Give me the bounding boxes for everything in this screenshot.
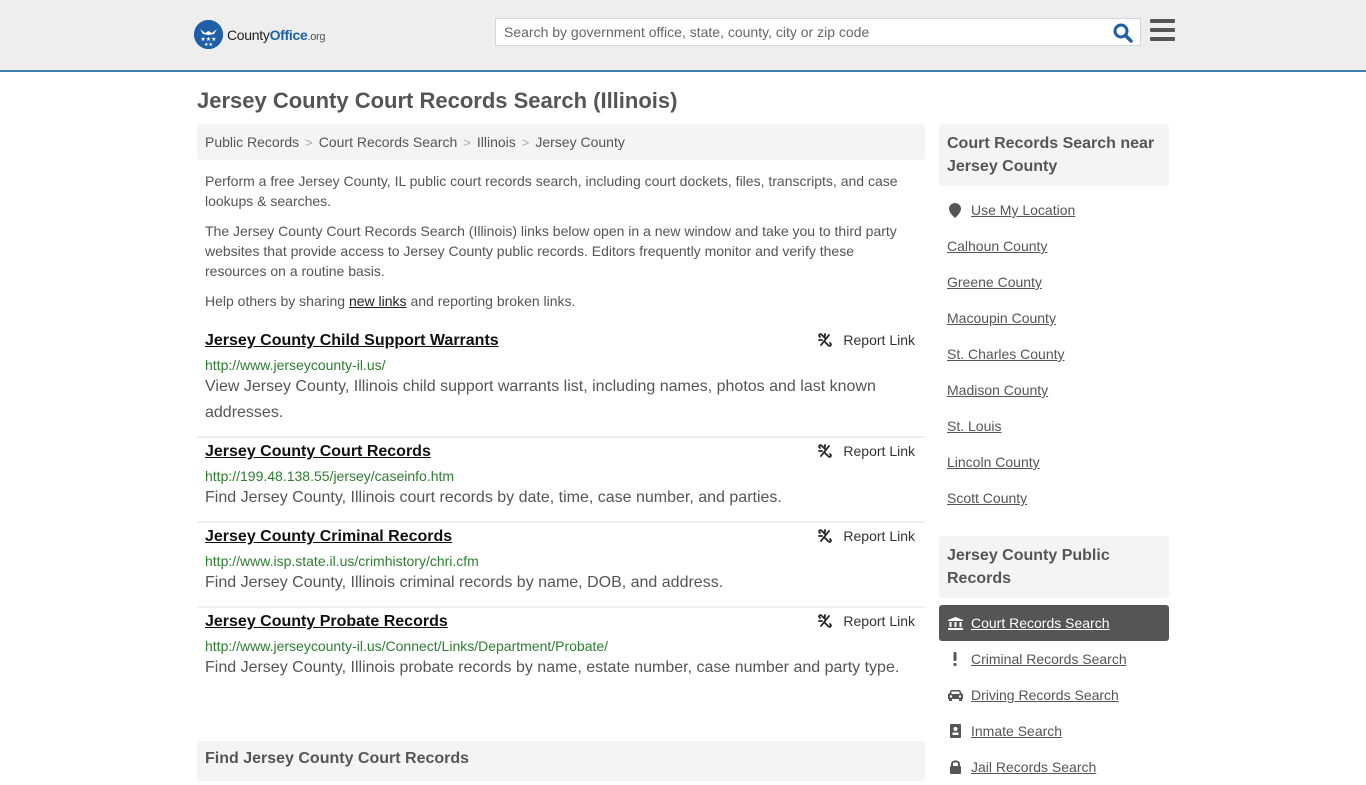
result-item: Jersey County Probate Records Report Lin…	[197, 608, 925, 691]
driving-records-search-link[interactable]: Driving Records Search	[971, 687, 1119, 703]
nearby-link-macoupin-county[interactable]: Macoupin County	[947, 310, 1056, 326]
use-my-location-link[interactable]: Use My Location	[971, 202, 1075, 218]
nearby-item: Lincoln County	[939, 444, 1169, 480]
id-badge-icon	[947, 724, 963, 738]
use-my-location-item: Use My Location	[939, 192, 1169, 228]
eagle-logo-icon: ★★★ ★★	[194, 20, 223, 49]
page-title: Jersey County Court Records Search (Illi…	[197, 88, 678, 113]
breadcrumb-jersey-county[interactable]: Jersey County	[535, 134, 624, 150]
intro-paragraph-2: The Jersey County Court Records Search (…	[205, 223, 897, 279]
sidebar-item-court-records-search[interactable]: Court Records Search	[939, 605, 1169, 641]
breadcrumb-separator: >	[463, 135, 471, 150]
hamburger-icon-bar	[1150, 37, 1175, 41]
result-description: View Jersey County, Illinois child suppo…	[205, 378, 876, 421]
nearby-link-st-charles-county[interactable]: St. Charles County	[947, 346, 1065, 362]
breadcrumb-public-records[interactable]: Public Records	[205, 134, 299, 150]
report-link-button[interactable]: Report Link	[817, 443, 915, 459]
nearby-item: Greene County	[939, 264, 1169, 300]
result-item: Jersey County Child Support Warrants Rep…	[197, 327, 925, 438]
intro-text: Perform a free Jersey County, IL public …	[205, 171, 917, 321]
nearby-item: St. Louis	[939, 408, 1169, 444]
court-records-search-link[interactable]: Court Records Search	[971, 615, 1110, 631]
nearby-link-calhoun-county[interactable]: Calhoun County	[947, 238, 1047, 254]
new-links-link[interactable]: new links	[349, 293, 407, 309]
broken-link-icon	[818, 444, 833, 458]
sidebar-item-driving-records-search[interactable]: Driving Records Search	[939, 677, 1169, 713]
results-list: Jersey County Child Support Warrants Rep…	[197, 327, 925, 691]
result-url[interactable]: http://199.48.138.55/jersey/caseinfo.htm	[205, 467, 917, 485]
public-records-list: Court Records Search Criminal Records Se…	[939, 605, 1169, 785]
hamburger-icon-bar	[1150, 19, 1175, 23]
result-description: Find Jersey County, Illinois court recor…	[205, 489, 782, 506]
breadcrumb: Public Records > Court Records Search > Illi…	[197, 124, 925, 160]
sidebar-item-jail-records-search[interactable]: Jail Records Search	[939, 749, 1169, 785]
breadcrumb-separator: >	[305, 135, 313, 150]
nearby-link-greene-county[interactable]: Greene County	[947, 274, 1042, 290]
search-input[interactable]	[496, 19, 1106, 45]
intro-paragraph-3: Help others by sharing new links and rep…	[205, 293, 576, 309]
nearby-link-lincoln-county[interactable]: Lincoln County	[947, 454, 1040, 470]
svg-text:★★: ★★	[204, 42, 213, 48]
breadcrumb-illinois[interactable]: Illinois	[477, 134, 516, 150]
nearby-list: Use My Location Calhoun County Greene Co…	[939, 192, 1169, 516]
lock-icon	[947, 760, 963, 774]
nearby-item: Madison County	[939, 372, 1169, 408]
car-icon	[947, 689, 963, 701]
courthouse-icon	[947, 616, 963, 630]
intro-paragraph-1: Perform a free Jersey County, IL public …	[205, 173, 898, 209]
nearby-link-st-louis[interactable]: St. Louis	[947, 418, 1001, 434]
nearby-item: St. Charles County	[939, 336, 1169, 372]
result-url[interactable]: http://www.isp.state.il.us/crimhistory/c…	[205, 552, 917, 570]
hamburger-icon-bar	[1150, 28, 1175, 32]
jail-records-search-link[interactable]: Jail Records Search	[971, 759, 1096, 775]
report-link-button[interactable]: Report Link	[817, 528, 915, 544]
search-button[interactable]	[1112, 22, 1134, 44]
search-box	[495, 18, 1141, 46]
nearby-heading: Court Records Search near Jersey County	[939, 124, 1169, 186]
result-title-link[interactable]: Jersey County Probate Records	[205, 612, 448, 632]
broken-link-icon	[818, 614, 833, 628]
nearby-link-scott-county[interactable]: Scott County	[947, 490, 1027, 506]
nearby-item: Scott County	[939, 480, 1169, 516]
inmate-search-link[interactable]: Inmate Search	[971, 723, 1062, 739]
broken-link-icon	[818, 529, 833, 543]
result-item: Jersey County Criminal Records Report Li…	[197, 523, 925, 608]
result-title-link[interactable]: Jersey County Court Records	[205, 442, 431, 462]
report-link-button[interactable]: Report Link	[817, 332, 915, 348]
find-section-heading: Find Jersey County Court Records	[197, 741, 925, 781]
breadcrumb-separator: >	[521, 135, 530, 150]
sidebar-item-inmate-search[interactable]: Inmate Search	[939, 713, 1169, 749]
logo-text: CountyOffice.org	[227, 26, 326, 43]
result-description: Find Jersey County, Illinois probate rec…	[205, 659, 900, 676]
result-description: Find Jersey County, Illinois criminal re…	[205, 574, 724, 591]
map-pin-icon	[947, 202, 963, 218]
result-item: Jersey County Court Records Report Link …	[197, 438, 925, 523]
sidebar-item-criminal-records-search[interactable]: Criminal Records Search	[939, 641, 1169, 677]
criminal-records-search-link[interactable]: Criminal Records Search	[971, 651, 1127, 667]
report-link-button[interactable]: Report Link	[817, 613, 915, 629]
public-records-heading: Jersey County Public Records	[939, 536, 1169, 598]
site-logo[interactable]: ★★★ ★★ CountyOffice.org	[194, 20, 326, 49]
nearby-item: Calhoun County	[939, 228, 1169, 264]
breadcrumb-court-records-search[interactable]: Court Records Search	[319, 134, 458, 150]
nearby-item: Macoupin County	[939, 300, 1169, 336]
nearby-link-madison-county[interactable]: Madison County	[947, 382, 1048, 398]
result-url[interactable]: http://www.jerseycounty-il.us/Connect/Li…	[205, 637, 917, 655]
result-url[interactable]: http://www.jerseycounty-il.us/	[205, 356, 917, 374]
broken-link-icon	[818, 333, 833, 347]
result-title-link[interactable]: Jersey County Child Support Warrants	[205, 331, 499, 351]
exclamation-icon	[947, 652, 963, 666]
search-icon	[1113, 23, 1133, 43]
result-title-link[interactable]: Jersey County Criminal Records	[205, 527, 452, 547]
site-header: ★★★ ★★ CountyOffice.org	[0, 0, 1366, 72]
menu-button[interactable]	[1150, 19, 1175, 41]
